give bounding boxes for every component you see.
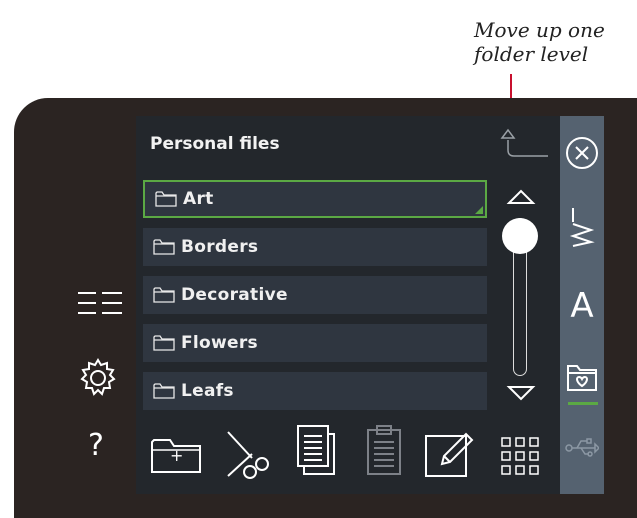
folder-row[interactable]: Art xyxy=(143,180,487,218)
folder-row[interactable]: Flowers xyxy=(143,324,487,362)
copy-icon[interactable] xyxy=(296,424,338,482)
scrollbar-thumb[interactable] xyxy=(502,218,538,254)
list-view-icon[interactable] xyxy=(76,288,124,322)
usb-icon[interactable] xyxy=(560,438,604,458)
rename-icon[interactable] xyxy=(424,428,474,482)
grid-view-icon[interactable] xyxy=(500,436,540,480)
personal-files-icon[interactable] xyxy=(560,362,604,392)
selection-corner-marker xyxy=(475,206,483,214)
annotation-line-2: folder level xyxy=(474,42,589,66)
new-folder-plus: + xyxy=(170,446,184,465)
annotation-text: Move up one folder level xyxy=(474,18,634,66)
scroll-up-icon[interactable] xyxy=(506,188,536,210)
folder-label: Leafs xyxy=(181,381,234,401)
folder-label: Art xyxy=(183,189,214,209)
paste-icon[interactable] xyxy=(366,424,402,482)
folder-icon xyxy=(153,335,175,351)
scroll-down-icon[interactable] xyxy=(506,384,536,406)
annotation-line-1: Move up one xyxy=(474,18,605,42)
settings-gear-icon[interactable] xyxy=(76,356,120,404)
new-folder-icon[interactable]: + xyxy=(150,434,202,478)
close-icon[interactable] xyxy=(560,136,604,170)
folder-label: Borders xyxy=(181,237,259,257)
font-icon[interactable]: A xyxy=(560,286,604,326)
folder-label: Decorative xyxy=(181,285,288,305)
folder-row[interactable]: Decorative xyxy=(143,276,487,314)
folder-icon xyxy=(153,383,175,399)
folder-row[interactable]: Leafs xyxy=(143,372,487,410)
folder-icon xyxy=(153,239,175,255)
page-title: Personal files xyxy=(150,134,280,154)
folder-icon xyxy=(153,287,175,303)
folder-icon xyxy=(155,191,177,207)
folder-row[interactable]: Borders xyxy=(143,228,487,266)
active-indicator xyxy=(568,402,598,405)
cut-icon[interactable] xyxy=(222,428,274,484)
help-icon[interactable]: ? xyxy=(88,428,104,463)
folder-label: Flowers xyxy=(181,333,258,353)
move-up-folder-icon[interactable] xyxy=(496,128,550,168)
stitch-menu-icon[interactable] xyxy=(560,206,604,248)
